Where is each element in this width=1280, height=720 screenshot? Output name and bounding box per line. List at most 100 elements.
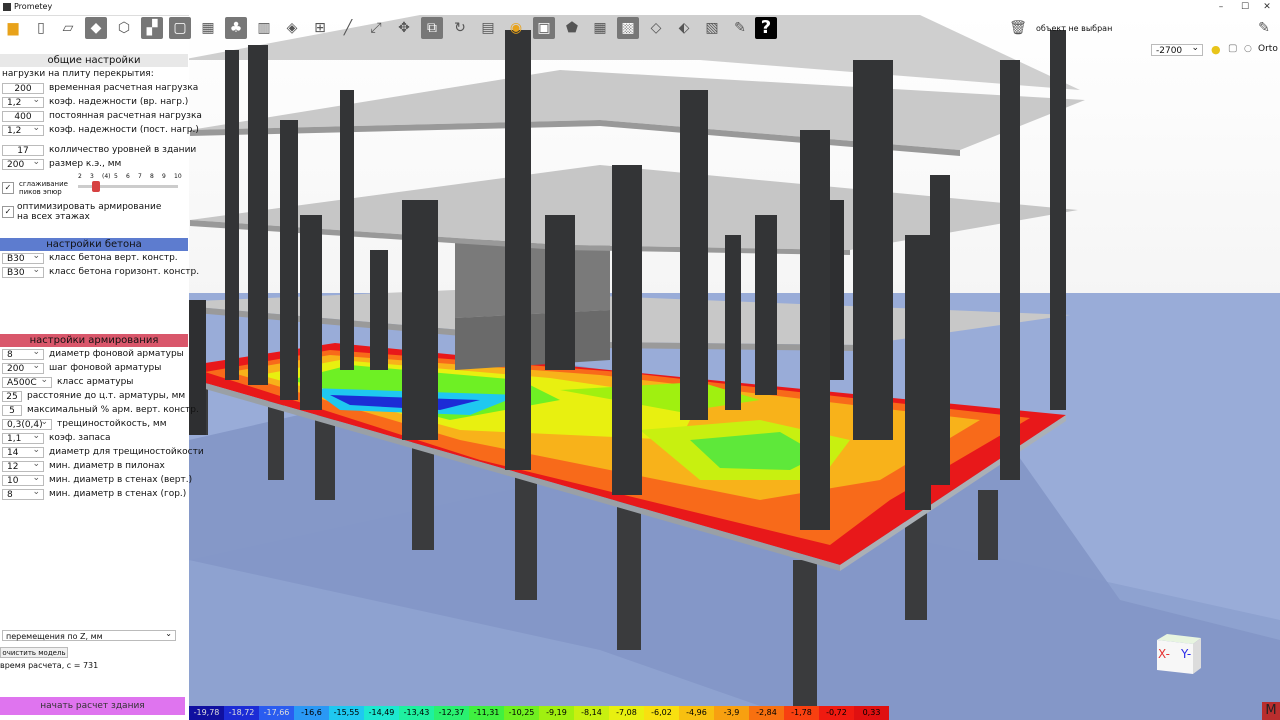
close-button[interactable]: ✕ [1256, 1, 1278, 13]
camera-icon[interactable]: ▢ [1228, 43, 1237, 54]
nodes-icon[interactable]: ⊞ [309, 17, 331, 39]
legend-cell: -18,72 [224, 706, 259, 720]
minimize-button[interactable]: – [1210, 1, 1232, 13]
view-cube[interactable]: X- Y- [1153, 634, 1201, 674]
rebar-class-row: A500C класс арматуры [2, 375, 133, 388]
smoothing-label-line-1: сглаживание [19, 180, 68, 188]
line-tool-icon[interactable]: ╱ [337, 17, 359, 39]
legend-cell: -0,72 [819, 706, 854, 720]
3d-viewport[interactable] [189, 15, 1280, 720]
optimize-label-line-1: оптимизировать армирование [17, 202, 162, 212]
rebar-class-select[interactable]: A500C [2, 375, 52, 388]
open-folder-icon[interactable]: ▆ [2, 17, 24, 39]
legend-cell: 0,33 [854, 706, 889, 720]
chart-icon[interactable]: ▥ [253, 17, 275, 39]
building-model-scene [189, 15, 1280, 720]
tag-icon[interactable]: ⬖ [673, 17, 695, 39]
max-pct-input[interactable]: 5 [2, 404, 22, 416]
help-icon[interactable]: ? [755, 17, 777, 39]
cut-tool-icon[interactable]: ▞ [141, 17, 163, 39]
bg-diameter-select[interactable]: 8 [2, 347, 44, 360]
mesh-size-select[interactable]: 200 [2, 157, 44, 170]
measure-icon[interactable]: ⤢ [365, 17, 387, 39]
levels-label: колличество уровней в здании [49, 145, 197, 155]
light-bulb-icon[interactable]: ● [1211, 43, 1221, 56]
slab-tool-icon[interactable]: ▱ [57, 17, 79, 39]
max-pct-row: 5 максимальный % арм. верт. констр. [2, 404, 199, 416]
clear-model-button[interactable]: очистить модель [0, 647, 68, 658]
result-type-value: перемещения по Z, мм [6, 632, 103, 641]
box-view-icon[interactable]: ⬡ [113, 17, 135, 39]
layers-icon[interactable]: ◈ [281, 17, 303, 39]
plate-view-icon[interactable]: ◆ [85, 17, 107, 39]
legend-cell: -9,19 [539, 706, 574, 720]
cover-input[interactable]: 25 [2, 390, 22, 402]
perm-load-row: 400 постоянная расчетная нагрузка [2, 110, 202, 122]
cad-import-icon[interactable]: ▤ [477, 17, 499, 39]
smoothing-checkbox[interactable]: ✓ [2, 182, 14, 194]
wall-vert-diameter-select[interactable]: 10 [2, 473, 44, 486]
ortho-label: Orto [1258, 44, 1278, 54]
perm-coef-select[interactable]: 1,2 [2, 123, 44, 136]
slider-tick-label: (4) [102, 173, 111, 180]
tree-view-icon[interactable]: ♣ [225, 17, 247, 39]
concrete-vert-select[interactable]: B30 [2, 251, 44, 264]
pylon-diameter-select[interactable]: 12 [2, 459, 44, 472]
max-pct-label: максимальный % арм. верт. констр. [27, 405, 199, 415]
table-icon[interactable]: ▦ [589, 17, 611, 39]
chevron-down-icon: ⌄ [1191, 43, 1199, 53]
mesh-row: 200 размер к.э., мм [2, 157, 121, 170]
ortho-checkbox-icon[interactable]: ○ [1244, 44, 1252, 54]
temp-coef-row: 1,2 коэф. надежности (вр. нагр.) [2, 95, 188, 108]
perm-coef-row: 1,2 коэф. надежности (пост. нагр.) [2, 123, 199, 136]
grid-icon[interactable]: ▦ [197, 17, 219, 39]
concrete-horiz-select[interactable]: B30 [2, 265, 44, 278]
levels-input[interactable]: 17 [2, 144, 44, 156]
smoothing-slider-thumb[interactable] [92, 181, 100, 192]
frame-tool-icon[interactable]: ▢ [169, 17, 191, 39]
rotate-icon[interactable]: ↻ [449, 17, 471, 39]
optimize-checkbox[interactable]: ✓ [2, 206, 14, 218]
delete-icon[interactable]: 🗑 [1007, 17, 1029, 39]
temp-coef-select[interactable]: 1,2 [2, 95, 44, 108]
cover-label: расстояние до ц.т. арматуры, мм [27, 391, 186, 401]
column-tool-icon[interactable]: ▯ [30, 17, 52, 39]
reserve-coef-select[interactable]: 1,1 [2, 431, 44, 444]
loads-label: нагрузки на плиту перекрытия: [2, 69, 154, 79]
wrench-icon[interactable]: ✎ [729, 17, 751, 39]
bg-step-select[interactable]: 200 [2, 361, 44, 374]
general-settings-header: общие настройки [0, 54, 188, 67]
move-icon[interactable]: ✥ [393, 17, 415, 39]
result-type-select[interactable]: перемещения по Z, мм ⌄ [2, 629, 176, 641]
level-select[interactable]: -2700 ⌄ [1151, 43, 1203, 56]
slider-tick-label: 8 [150, 173, 154, 180]
eraser-icon[interactable]: ◇ [645, 17, 667, 39]
optimize-label-line-2: на всех этажах [17, 212, 90, 222]
crack-diameter-select[interactable]: 14 [2, 445, 44, 458]
reserve-row: 1,1 коэф. запаса [2, 431, 110, 444]
copy-icon[interactable]: ⧉ [421, 17, 443, 39]
legend-cell: -11,31 [469, 706, 504, 720]
axis-y-label: Y- [1181, 647, 1192, 661]
color-legend: -19,78 -18,72 -17,66 -16,6 -15,55 -14,49 -13,4… [189, 706, 889, 720]
photo-icon[interactable]: ▩ [617, 17, 639, 39]
shield-icon[interactable]: ⬟ [561, 17, 583, 39]
slider-tick-label: 7 [138, 173, 142, 180]
corner-m-button[interactable]: M [1262, 702, 1280, 720]
concrete-horiz-row: B30 класс бетона горизонт. констр. [2, 265, 200, 278]
export-icon[interactable]: ◉ [505, 17, 527, 39]
edit-icon[interactable]: ✎ [1253, 17, 1275, 39]
concrete-horiz-label: класс бетона горизонт. констр. [49, 267, 200, 277]
save-icon[interactable]: ▣ [533, 17, 555, 39]
wall-horiz-diameter-select[interactable]: 8 [2, 487, 44, 500]
perm-load-input[interactable]: 400 [2, 110, 44, 122]
chevron-down-icon: ⌄ [165, 629, 172, 638]
start-calc-button[interactable]: начать расчет здания [0, 697, 185, 715]
tools-icon[interactable]: ▧ [701, 17, 723, 39]
maximize-button[interactable]: ☐ [1234, 1, 1256, 13]
temp-load-input[interactable]: 200 [2, 82, 44, 94]
crack-width-label: трещиностойкость, мм [57, 419, 167, 429]
concrete-vert-row: B30 класс бетона верт. констр. [2, 251, 178, 264]
crack-width-select[interactable]: 0,3(0,4) [2, 417, 52, 430]
bg-dia-row: 8 диаметр фоновой арматуры [2, 347, 184, 360]
